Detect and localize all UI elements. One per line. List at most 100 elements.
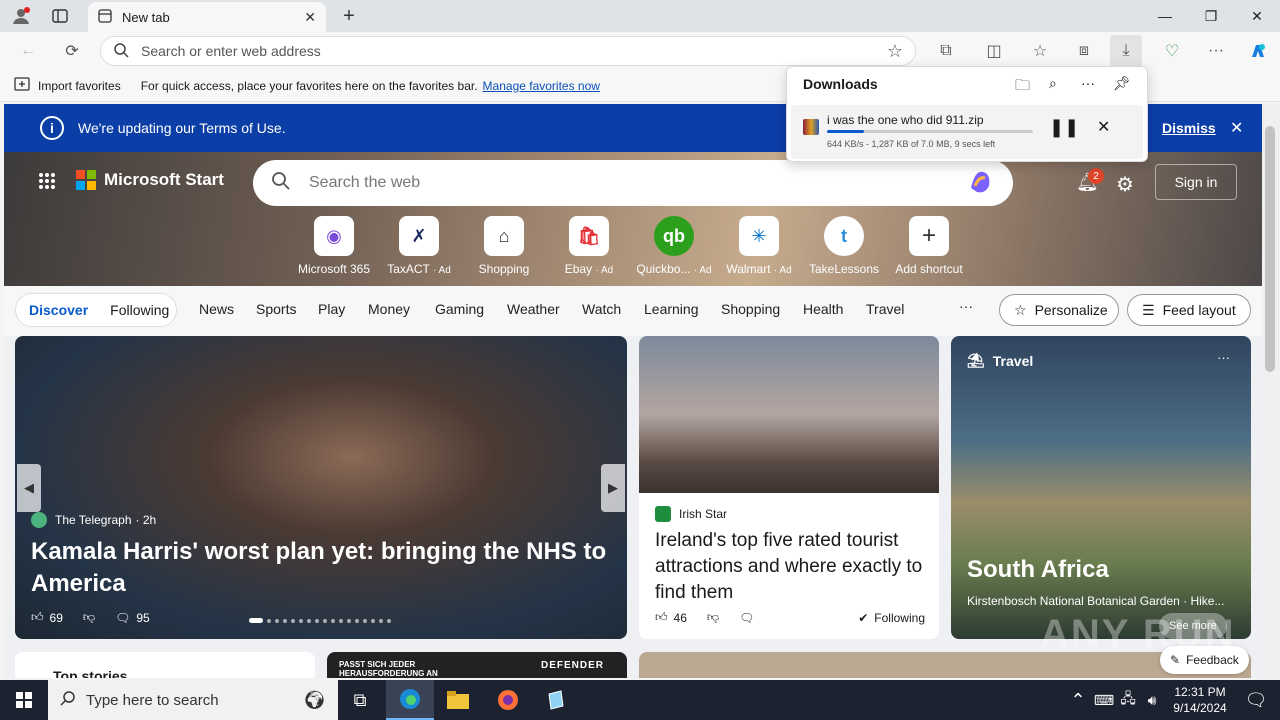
shortcut-tile[interactable]: 🛍︎ Ebay · Ad <box>547 216 631 276</box>
tab-new-tab[interactable]: New tab ✕ <box>88 2 326 32</box>
comment-icon[interactable]: 🗨︎ <box>115 611 130 625</box>
carousel-prev-button[interactable]: ◀ <box>17 464 41 512</box>
feed-layout-button[interactable]: ☰ Feed layout <box>1127 294 1251 326</box>
shortcut-tile[interactable]: t TakeLessons <box>802 216 886 276</box>
main-story-card[interactable]: ◀ ▶ The Telegraph · 2h Kamala Harris' wo… <box>15 336 627 639</box>
like-icon[interactable]: 👍︎ <box>31 610 44 625</box>
edge-taskbar-icon[interactable] <box>386 680 434 720</box>
story-headline[interactable]: Ireland's top five rated tourist attract… <box>655 528 929 606</box>
settings-more-icon[interactable]: ··· <box>1200 35 1232 67</box>
open-folder-icon[interactable]: 🗀 <box>1015 75 1030 100</box>
restore-button[interactable]: ❐ <box>1188 0 1234 32</box>
copilot-icon[interactable] <box>965 166 995 201</box>
favorites-icon[interactable]: ☆ <box>1024 35 1056 67</box>
close-window-button[interactable]: ✕ <box>1234 0 1280 32</box>
network-icon[interactable]: 🖧︎ <box>1116 680 1140 720</box>
tab-money[interactable]: Money <box>368 301 410 317</box>
volume-icon[interactable]: 🔊︎ <box>1140 680 1164 720</box>
network-device-icon[interactable]: ⌨ <box>1092 680 1116 720</box>
split-screen-icon[interactable]: ◫ <box>978 35 1010 67</box>
task-view-icon[interactable]: ⧉ <box>336 680 384 720</box>
apps-grid-icon[interactable] <box>38 172 56 193</box>
pin-icon[interactable]: 📌︎ <box>1113 75 1131 92</box>
shortcut-tile[interactable]: qb Quickbo... · Ad <box>632 216 716 276</box>
tab-learning[interactable]: Learning <box>644 301 699 317</box>
dislike-icon[interactable]: 👎︎ <box>83 610 95 625</box>
address-input[interactable]: Search or enter web address <box>141 43 887 59</box>
scrollbar-thumb[interactable] <box>1265 126 1275 372</box>
dismiss-button[interactable]: Dismiss <box>1162 120 1216 136</box>
tab-health[interactable]: Health <box>803 301 843 317</box>
minimize-button[interactable]: — <box>1142 0 1188 32</box>
firefox-icon[interactable] <box>484 680 532 720</box>
settings-gear-icon[interactable]: ⚙ <box>1116 172 1134 197</box>
collections-icon[interactable]: ⧈ <box>1068 35 1100 67</box>
taskbar-search-input[interactable]: Type here to search <box>86 692 219 709</box>
web-search-box[interactable]: Search the web <box>253 160 1013 206</box>
tab-following[interactable]: Following <box>110 302 169 318</box>
windows-start-icon[interactable] <box>0 680 48 720</box>
tab-discover[interactable]: Discover <box>29 302 88 318</box>
search-downloads-icon[interactable]: ⌕ <box>1049 75 1057 92</box>
personalize-button[interactable]: ☆ Personalize <box>999 294 1119 326</box>
browser-essentials-icon[interactable]: ♡ <box>1156 35 1188 67</box>
address-bar[interactable]: Search or enter web address ☆ <box>100 36 916 66</box>
carousel-next-button[interactable]: ▶ <box>601 464 625 512</box>
new-tab-button[interactable]: + <box>338 4 360 28</box>
back-button[interactable]: ← <box>12 35 44 67</box>
downloads-icon[interactable]: ⤓ <box>1110 35 1142 67</box>
top-stories-card: Top stories <box>15 652 315 678</box>
more-options-icon[interactable]: ··· <box>1217 350 1230 365</box>
more-tabs-icon[interactable]: ··· <box>959 298 973 314</box>
download-file-name[interactable]: i was the one who did 911.zip <box>827 113 984 127</box>
travel-card[interactable]: ⛱ Travel ··· South Africa Kirstenbosch N… <box>951 336 1251 639</box>
main-story-headline[interactable]: Kamala Harris' worst plan yet: bringing … <box>31 536 611 600</box>
pause-download-icon[interactable]: ❚❚ <box>1049 117 1079 138</box>
tab-play[interactable]: Play <box>318 301 345 317</box>
notepad-icon[interactable] <box>532 680 580 720</box>
taskbar-search[interactable]: Type here to search 🌍︎ <box>48 680 338 720</box>
tab-sports[interactable]: Sports <box>256 301 296 317</box>
web-search-input[interactable]: Search the web <box>309 174 965 192</box>
downloads-panel: Downloads 🗀 ⌕ ··· 📌︎ i was the one who d… <box>786 66 1148 162</box>
tab-gaming[interactable]: Gaming <box>435 301 484 317</box>
travel-title[interactable]: South Africa <box>967 556 1109 584</box>
story-card[interactable]: Irish Star Ireland's top five rated tour… <box>639 336 939 639</box>
shortcut-tile[interactable]: ⌂ Shopping <box>462 216 546 276</box>
microsoft-start-logo[interactable]: Microsoft Start <box>76 170 224 190</box>
file-explorer-icon[interactable] <box>434 680 482 720</box>
download-item[interactable]: i was the one who did 911.zip 644 KB/s -… <box>791 105 1143 159</box>
shortcut-tile[interactable]: ✗ TaxACT · Ad <box>377 216 461 276</box>
search-icon <box>60 690 76 710</box>
comment-icon[interactable]: 🗨︎ <box>739 611 754 625</box>
like-icon[interactable]: 👍︎ <box>655 610 668 625</box>
copilot-icon[interactable] <box>1242 35 1274 67</box>
favorite-star-icon[interactable]: ☆ <box>887 41 903 62</box>
ad-label: · Ad <box>693 265 712 276</box>
profile-icon[interactable] <box>10 6 32 26</box>
manage-favorites-link[interactable]: Manage favorites now <box>483 79 600 93</box>
shortcut-tile[interactable]: ◉ Microsoft 365 <box>292 216 376 276</box>
action-center-icon[interactable]: 🗨︎ <box>1232 680 1280 720</box>
cancel-download-icon[interactable]: ✕ <box>1097 117 1110 137</box>
sign-in-button[interactable]: Sign in <box>1155 164 1237 200</box>
tab-watch[interactable]: Watch <box>582 301 621 317</box>
tab-actions-icon[interactable] <box>48 6 72 26</box>
tab-travel[interactable]: Travel <box>866 301 904 317</box>
clock[interactable]: 12:31 PM 9/14/2024 <box>1170 684 1230 716</box>
show-hidden-icons[interactable]: ⌃ <box>1064 680 1092 720</box>
ad-card[interactable]: PASST SICH JEDER HERAUSFORDERUNG AN DEFE… <box>327 652 627 678</box>
tab-news[interactable]: News <box>199 301 234 317</box>
refresh-button[interactable]: ⟳ <box>56 35 88 67</box>
extensions-icon[interactable]: ⧉ <box>930 35 962 67</box>
shortcut-tile[interactable]: ✳ Walmart · Ad <box>717 216 801 276</box>
tab-shopping[interactable]: Shopping <box>721 301 780 317</box>
add-shortcut-tile[interactable]: + Add shortcut <box>887 216 971 276</box>
more-options-icon[interactable]: ··· <box>1081 75 1095 91</box>
dislike-icon[interactable]: 👎︎ <box>707 610 719 625</box>
close-tab-icon[interactable]: ✕ <box>304 9 316 26</box>
close-banner-icon[interactable]: ✕ <box>1230 118 1243 138</box>
import-favorites-button[interactable]: Import favorites <box>38 79 121 93</box>
tab-weather[interactable]: Weather <box>507 301 560 317</box>
following-label[interactable]: Following <box>874 611 925 625</box>
